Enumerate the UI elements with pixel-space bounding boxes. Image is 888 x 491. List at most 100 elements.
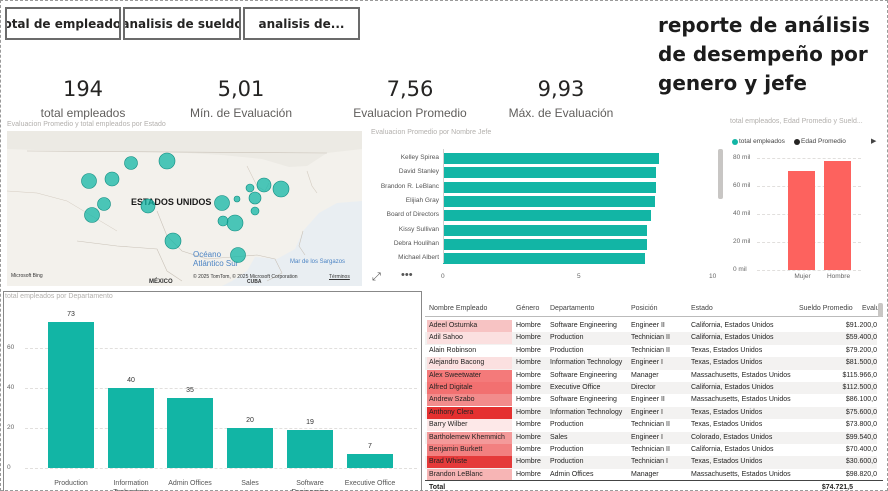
cell-name: Bartholemew Khemmich [429,433,505,441]
gender-y-tick: 60 mil [733,182,751,189]
kpi-total-empleados[interactable]: 194 total empleados [23,75,143,121]
table-row[interactable]: Alejandro Bacong Hombre Information Techno… [425,357,877,370]
tab-total-empleados[interactable]: total de empleados [5,7,121,40]
table-row[interactable]: Barry Wilber Hombre Production Technician I… [425,419,877,432]
manager-bar[interactable] [443,210,651,222]
manager-bar[interactable] [443,195,655,207]
kpi-value: 5,01 [217,77,265,101]
cell-name: Adil Sahoo [429,334,463,342]
gender-bar[interactable] [788,170,815,270]
cell-state: Texas, Estados Unidos [691,359,763,367]
table-header: Nombre Empleado Género Departamento Posi… [425,301,883,317]
dept-bar[interactable] [227,428,273,468]
focus-mode-icon[interactable]: ⤢ [372,271,381,284]
cell-dept: Admin Offices [550,470,594,478]
cell-dept: Production [550,334,584,342]
cell-state: Massachusetts, Estados Unidos [691,396,791,404]
legend-total-empleados[interactable]: total empleados [739,138,785,145]
cell-salary: $112.500,0 [842,384,877,391]
gender-chart-title: total empleados, Edad Promedio y Sueld..… [730,118,863,125]
dept-bar[interactable] [108,388,154,468]
manager-bar[interactable] [443,238,647,250]
col-header-posicion[interactable]: Posición [631,305,657,312]
cell-name: Alfred Digitale [429,384,473,391]
cell-state: Massachusetts, Estados Unidos [691,470,791,478]
table-row[interactable]: Adeel Osturnka Hombre Software Engineering… [425,320,877,333]
legend-next-icon[interactable]: ▶ [871,137,876,145]
dept-bar[interactable] [287,430,333,468]
table-row[interactable]: Andrew Szabo Hombre Software Engineering En… [425,394,877,407]
table-row[interactable]: Adil Sahoo Hombre Production Technician II C… [425,332,877,345]
cell-position: Manager [631,470,659,478]
manager-bar[interactable] [443,153,659,164]
manager-bar[interactable] [443,224,647,236]
map-mexico-label: MÉXICO [149,279,173,285]
table-row[interactable]: Bartholemew Khemmich Hombre Sales Engineer … [425,431,877,444]
cell-dept: Sales [550,433,568,441]
kpi-evaluacion-promedio[interactable]: 7,56 Evaluacion Promedio [350,75,470,121]
table-row[interactable]: Brad Whiste Hombre Production Technician I T… [425,456,877,469]
legend-edad-promedio[interactable]: Edad Promedio [801,138,846,145]
manager-bar-label: David Stanley [398,168,439,176]
cell-state: California, Estados Unidos [691,446,774,453]
table-row[interactable]: Alain Robinson Hombre Production Technician… [425,344,877,358]
cell-state: Massachusetts, Estados Unidos [691,371,791,379]
cell-dept: Production [550,458,584,466]
cell-gender: Hombre [516,359,541,367]
kpi-label: Mín. de Evaluación [189,106,293,120]
cell-gender: Hombre [516,322,541,329]
kpi-max-evaluacion[interactable]: 9,93 Máx. de Evaluación [501,75,621,121]
table-row[interactable]: Alex Sweetwater Hombre Software Engineerin… [425,369,877,382]
gender-x-label: Mujer [794,273,811,280]
manager-bar-label: Elijiah Gray [405,196,439,204]
manager-bar-label: Kissy Sullivan [398,225,439,233]
table-row[interactable]: Anthony Clera Hombre Information Technolog… [425,406,877,420]
dept-bar-value: 35 [186,387,194,394]
dept-bar[interactable] [167,398,213,468]
report-canvas: total de empleados analisis de sueldo an… [0,0,888,491]
col-header-departamento[interactable]: Departamento [550,305,594,312]
manager-bar[interactable] [443,181,657,193]
col-header-nombre[interactable]: Nombre Empleado [429,305,487,312]
tab-analisis-de[interactable]: analisis de... [243,7,360,40]
cell-salary: $79.200,0 [845,346,877,354]
dept-bar-value: 20 [246,417,254,424]
dept-category-label: Information Technology [113,480,149,491]
map-visual[interactable]: ESTADOS UNIDOS Océano Atlántico Sur Mar … [7,131,362,286]
dept-y-tick: 40 [7,384,15,391]
col-header-sueldo[interactable]: Sueldo Promedio [799,305,853,312]
cell-gender: Hombre [516,371,541,379]
kpi-label: Evaluacion Promedio [353,106,467,120]
tab-analisis-sueldo[interactable]: analisis de sueldo [123,7,241,40]
cell-salary: $86.100,0 [845,396,877,404]
table-scrollbar[interactable] [878,303,883,317]
manager-x-tick: 10 [709,273,717,280]
col-header-genero[interactable]: Género [516,305,539,312]
cell-position: Technician II [631,421,670,429]
kpi-min-evaluacion[interactable]: 5,01 Mín. de Evaluación [181,75,301,121]
cell-gender: Hombre [516,408,541,416]
dept-bar[interactable] [48,322,94,468]
map-terms-link[interactable]: Términos [329,274,350,280]
manager-bar[interactable] [443,253,646,265]
dept-category-label: Production [54,480,88,487]
table-row[interactable]: Alfred Digitale Hombre Executive Office Dir… [425,382,877,395]
cell-dept: Information Technology [550,408,623,416]
dept-bar[interactable] [347,454,393,468]
manager-scrollbar[interactable] [718,149,723,199]
manager-bar-label: Board of Directors [386,211,439,219]
manager-bar[interactable] [443,167,657,179]
cell-salary: $91.200,0 [845,322,877,329]
table-row[interactable]: Benjamin Burkett Hombre Production Technici… [425,444,877,457]
cell-salary: $30.600,0 [845,458,877,466]
map-copyright: © 2025 TomTom, © 2025 Microsoft Corporat… [193,274,298,280]
cell-salary: $81.500,0 [845,359,877,367]
gender-bar[interactable] [824,160,851,270]
cell-gender: Hombre [516,384,541,391]
col-header-evaluacion[interactable]: Evalu [862,305,880,312]
map-ocean-label: Océano Atlántico Sur [193,250,239,268]
cell-position: Technician II [631,446,670,453]
cell-name: Andrew Szabo [429,396,475,404]
more-options-icon[interactable]: ••• [401,269,413,281]
col-header-estado[interactable]: Estado [691,305,713,312]
